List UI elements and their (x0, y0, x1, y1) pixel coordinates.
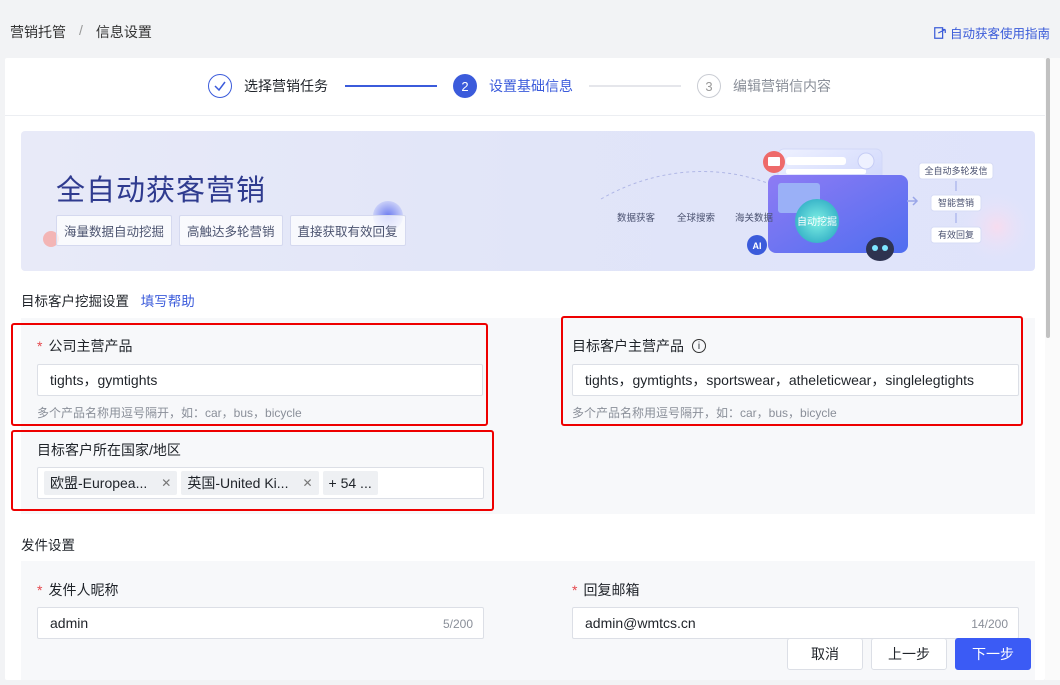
close-icon[interactable]: ✕ (161, 476, 171, 490)
input-value: admin (50, 615, 89, 631)
required-marker: * (572, 582, 578, 598)
illustration-chip: 海关数据 (735, 212, 774, 224)
region-chip: 欧盟-Europea... ✕ (44, 471, 178, 495)
illustration-flow-step: 有效回复 (938, 229, 974, 240)
field-label-text: 回复邮箱 (583, 582, 640, 598)
company-products-input[interactable]: tights，gymtights (37, 364, 483, 396)
illustration-flow-step: 智能营销 (938, 197, 974, 208)
sender-name-input[interactable]: admin 5/200 (37, 607, 484, 639)
banner-tag: 直接获取有效回复 (289, 215, 406, 246)
illustration-chip: 全球搜索 (677, 212, 715, 224)
fill-help-link[interactable]: 填写帮助 (141, 294, 195, 309)
step-connector-todo (589, 85, 681, 87)
cancel-button[interactable]: 取消 (787, 638, 863, 670)
chip-label: 英国-United Ki... (187, 475, 289, 491)
main-card: 选择营销任务 2 设置基础信息 3 编辑营销信内容 全自动获客营销 海量数据自动… (5, 58, 1045, 680)
required-marker: * (37, 338, 43, 354)
target-products-input[interactable]: tights，gymtights，sportswear，atheleticwea… (572, 364, 1019, 396)
breadcrumb-separator: / (79, 22, 83, 38)
banner-tag: 海量数据自动挖掘 (56, 215, 173, 246)
banner-illustration: 自动挖掘 AI 数据获客 全球搜索 海关数据 全自动多轮发信 智能营销 有效回复 (600, 148, 1031, 261)
step-label: 选择营销任务 (244, 78, 328, 94)
section-title-text: 目标客户挖掘设置 (21, 294, 129, 309)
step-indicator: 选择营销任务 2 设置基础信息 3 编辑营销信内容 (5, 58, 1045, 116)
target-region-select[interactable]: 欧盟-Europea... ✕ 英国-United Ki... ✕ + 54 .… (37, 467, 484, 499)
step-select-task: 选择营销任务 (208, 74, 328, 98)
sender-name-label: * 发件人昵称 (37, 580, 118, 600)
ai-badge: AI (753, 241, 762, 251)
required-marker: * (37, 582, 43, 598)
check-icon (208, 74, 232, 98)
info-icon[interactable]: i (692, 339, 706, 353)
scrollbar-thumb[interactable] (1046, 58, 1050, 338)
char-counter: 5/200 (442, 617, 473, 631)
step-label: 编辑营销信内容 (733, 78, 831, 94)
more-regions-chip[interactable]: + 54 ... (322, 471, 378, 495)
next-step-button[interactable]: 下一步 (955, 638, 1031, 670)
footer-actions: 取消 上一步 下一步 (787, 638, 1031, 670)
company-products-hint: 多个产品名称用逗号隔开，如：car，bus，bicycle (37, 406, 302, 420)
banner-title: 全自动获客营销 (56, 175, 267, 207)
step-connector-done (345, 85, 437, 87)
section-mining-title: 目标客户挖掘设置 填写帮助 (21, 290, 195, 310)
usage-guide-link[interactable]: 自动获客使用指南 (933, 23, 1050, 42)
char-counter: 14/200 (971, 617, 1008, 631)
field-label-text: 目标客户所在国家/地区 (37, 442, 181, 458)
chip-label: 欧盟-Europea... (50, 475, 148, 491)
top-bar: 营销托管 / 信息设置 自动获客使用指南 (0, 0, 1060, 60)
input-value: admin@wmtcs.cn (585, 615, 696, 631)
close-icon[interactable]: ✕ (302, 476, 312, 490)
step-basic-info: 2 设置基础信息 (453, 74, 573, 98)
section-sending-title: 发件设置 (21, 538, 75, 553)
company-products-label: * 公司主营产品 (37, 336, 132, 356)
field-label-text: 公司主营产品 (48, 338, 133, 354)
step-number: 3 (697, 74, 721, 98)
guide-link-label: 自动获客使用指南 (949, 27, 1050, 41)
step-number: 2 (453, 74, 477, 98)
banner-tags: 海量数据自动挖掘 高触达多轮营销 直接获取有效回复 (56, 215, 406, 246)
reply-email-input[interactable]: admin@wmtcs.cn 14/200 (572, 607, 1019, 639)
step-edit-content: 3 编辑营销信内容 (697, 74, 831, 98)
illustration-flow-step: 全自动多轮发信 (924, 165, 987, 176)
target-region-label: 目标客户所在国家/地区 (37, 440, 181, 460)
breadcrumb: 营销托管 / 信息设置 (10, 22, 152, 42)
promo-banner: 全自动获客营销 海量数据自动挖掘 高触达多轮营销 直接获取有效回复 自动挖掘 A… (21, 131, 1035, 271)
step-label: 设置基础信息 (489, 78, 573, 94)
field-label-text: 发件人昵称 (48, 582, 119, 598)
breadcrumb-current: 信息设置 (95, 24, 152, 40)
target-products-hint: 多个产品名称用逗号隔开，如：car，bus，bicycle (572, 406, 837, 420)
region-chip: 英国-United Ki... ✕ (181, 471, 319, 495)
reply-email-label: * 回复邮箱 (572, 580, 639, 600)
illustration-chip: 数据获客 (617, 212, 656, 224)
illustration-center-label: 自动挖掘 (797, 215, 837, 228)
field-label-text: 目标客户主营产品 (572, 338, 684, 354)
target-products-label: 目标客户主营产品 i (572, 336, 706, 356)
banner-tag: 高触达多轮营销 (179, 215, 283, 246)
guide-icon (934, 26, 946, 39)
previous-step-button[interactable]: 上一步 (871, 638, 947, 670)
breadcrumb-root[interactable]: 营销托管 (10, 22, 66, 42)
